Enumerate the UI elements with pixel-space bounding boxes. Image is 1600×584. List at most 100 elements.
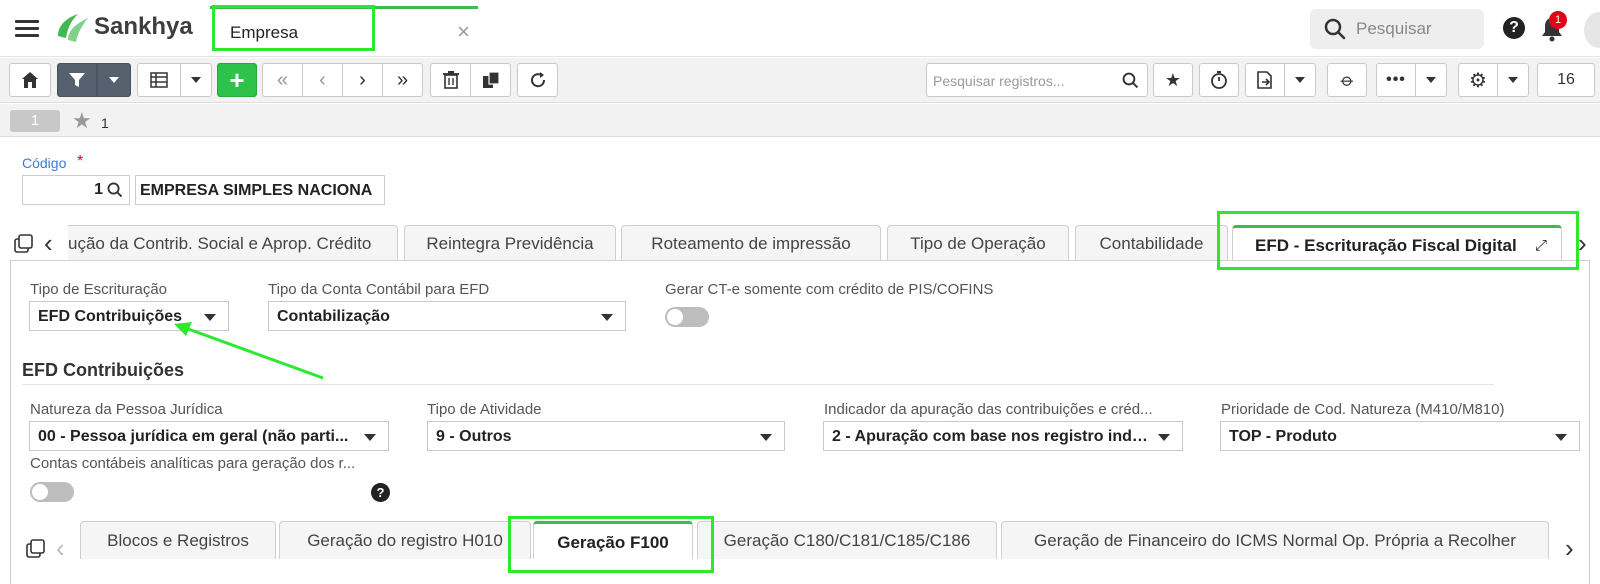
paperclip-icon: ⌀: [1336, 68, 1359, 91]
filter-icon: [69, 73, 85, 87]
global-search-input[interactable]: Pesquisar: [1310, 9, 1484, 49]
export-file-icon: [1257, 71, 1272, 89]
global-search-placeholder: Pesquisar: [1356, 19, 1432, 38]
subtab-blocos-registros[interactable]: Blocos e Registros: [80, 521, 276, 559]
chevron-down-icon: [1508, 77, 1518, 83]
record-bar: [0, 104, 1600, 137]
tab-roteamento-impressao[interactable]: Roteamento de impressão: [621, 225, 881, 261]
favorites-count: 1: [101, 115, 109, 131]
refresh-button[interactable]: [517, 63, 558, 97]
subtab-f100[interactable]: Geração F100: [533, 521, 693, 559]
copy-icon: [482, 71, 500, 88]
indicador-select[interactable]: 2 - Apuração com base nos registro indi.…: [823, 421, 1183, 451]
gerar-cte-toggle[interactable]: [665, 307, 709, 327]
codigo-value: 1: [94, 181, 103, 198]
codigo-label: Código: [22, 155, 67, 171]
filter-button[interactable]: [57, 63, 97, 97]
more-icon: •••: [1386, 71, 1406, 88]
natureza-select[interactable]: 00 - Pessoa jurídica em geral (não parti…: [29, 421, 389, 451]
timer-button[interactable]: [1199, 63, 1239, 97]
subtabs-menu-icon[interactable]: [26, 539, 46, 564]
help-icon[interactable]: ?: [371, 483, 390, 502]
settings-dropdown-button[interactable]: [1497, 63, 1529, 97]
favorite-button[interactable]: ★: [1153, 63, 1193, 97]
natureza-label: Natureza da Pessoa Jurídica: [30, 401, 223, 418]
next-record-button[interactable]: ›: [342, 63, 383, 97]
tabs-menu-icon[interactable]: [14, 234, 34, 259]
codigo-field[interactable]: 1: [22, 175, 130, 205]
home-button[interactable]: [9, 63, 51, 97]
chevron-down-icon: [1555, 434, 1567, 441]
grid-view-button[interactable]: [137, 63, 181, 97]
last-record-button[interactable]: »: [382, 63, 423, 97]
tab-empresa-label: Empresa: [230, 23, 299, 42]
close-icon[interactable]: ×: [457, 19, 470, 45]
chevron-down-icon: [1426, 77, 1436, 83]
settings-button[interactable]: ⚙: [1458, 63, 1498, 97]
attachment-button[interactable]: ⌀: [1327, 63, 1367, 97]
view-dropdown-button[interactable]: [180, 63, 212, 97]
star-icon[interactable]: ★: [72, 108, 92, 134]
contas-analiticas-label: Contas contábeis analíticas para geração…: [30, 455, 356, 472]
table-icon: [150, 72, 168, 88]
natureza-value: 00 - Pessoa jurídica em geral (não parti…: [38, 428, 349, 445]
search-icon[interactable]: [107, 182, 123, 198]
chevron-down-icon: [109, 77, 119, 83]
help-icon[interactable]: ?: [1503, 17, 1525, 39]
chevron-down-icon: [364, 434, 376, 441]
duplicate-button[interactable]: [470, 63, 511, 97]
tipo-escrituracao-label: Tipo de Escrituração: [30, 281, 168, 298]
toggle-knob: [32, 484, 48, 500]
star-icon: ★: [1164, 69, 1182, 90]
subtabs-scroll-right-icon[interactable]: ›: [1565, 533, 1574, 564]
indicador-value: 2 - Apuração com base nos registro indi.…: [832, 428, 1150, 445]
menu-icon[interactable]: [15, 16, 39, 41]
tipo-conta-label: Tipo da Conta Contábil para EFD: [268, 281, 490, 298]
tipo-atividade-label: Tipo de Atividade: [427, 401, 542, 418]
toggle-knob: [667, 309, 683, 325]
page-size-field[interactable]: 16: [1537, 63, 1595, 97]
more-dropdown-button[interactable]: [1415, 63, 1447, 97]
tab-efd[interactable]: EFD - Escrituração Fiscal Digital ⤢: [1232, 225, 1562, 261]
record-search-placeholder: Pesquisar registros...: [933, 73, 1065, 89]
chevron-right-icon: ›: [359, 68, 366, 91]
subtab-c180[interactable]: Geração C180/C181/C185/C186: [697, 521, 997, 559]
tabs-scroll-left-icon[interactable]: ‹: [44, 228, 53, 259]
trash-icon: [442, 71, 459, 89]
indicador-label: Indicador da apuração das contribuições …: [824, 401, 1153, 418]
double-chevron-right-icon: »: [396, 68, 409, 91]
filter-dropdown-button[interactable]: [97, 63, 131, 97]
tipo-atividade-value: 9 - Outros: [436, 428, 512, 445]
prioridade-value: TOP - Produto: [1229, 428, 1337, 445]
tab-empresa[interactable]: Empresa ×: [210, 6, 478, 55]
add-record-button[interactable]: +: [217, 63, 257, 97]
subtab-financeiro-icms[interactable]: Geração de Financeiro do ICMS Normal Op.…: [1001, 521, 1549, 559]
record-search-input[interactable]: Pesquisar registros...: [926, 63, 1148, 97]
home-icon: [22, 72, 38, 88]
tab-reintegra-previdencia[interactable]: Reintegra Previdência: [404, 225, 616, 261]
export-button[interactable]: [1245, 63, 1285, 97]
prioridade-label: Prioridade de Cod. Natureza (M410/M810): [1221, 401, 1505, 418]
delete-button[interactable]: [430, 63, 471, 97]
contas-analiticas-toggle[interactable]: [30, 482, 74, 502]
expand-icon[interactable]: ⤢: [1535, 228, 1547, 261]
empresa-name-field: EMPRESA SIMPLES NACIONA: [135, 175, 385, 205]
tipo-atividade-select[interactable]: 9 - Outros: [427, 421, 785, 451]
subtab-h010[interactable]: Geração do registro H010: [279, 521, 531, 559]
tab-contabilidade[interactable]: Contabilidade: [1075, 225, 1228, 261]
tab-contrib-social[interactable]: ução da Contrib. Social e Aprop. Crédito: [68, 225, 398, 261]
record-index-badge[interactable]: 1: [10, 110, 60, 132]
tab-tipo-operacao[interactable]: Tipo de Operação: [887, 225, 1069, 261]
search-icon[interactable]: [1122, 72, 1139, 89]
export-dropdown-button[interactable]: [1284, 63, 1316, 97]
prev-record-button[interactable]: ‹: [302, 63, 343, 97]
notification-badge: 1: [1549, 11, 1567, 29]
prioridade-select[interactable]: TOP - Produto: [1220, 421, 1580, 451]
first-record-button[interactable]: «: [262, 63, 303, 97]
tipo-escrituracao-value: EFD Contribuições: [38, 308, 183, 325]
more-actions-button[interactable]: •••: [1376, 63, 1416, 97]
subtabs-scroll-left-icon[interactable]: ‹: [56, 533, 65, 564]
tabs-scroll-right-icon[interactable]: ›: [1578, 228, 1587, 259]
chevron-down-icon: [1295, 77, 1305, 83]
chevron-down-icon: [601, 314, 613, 321]
